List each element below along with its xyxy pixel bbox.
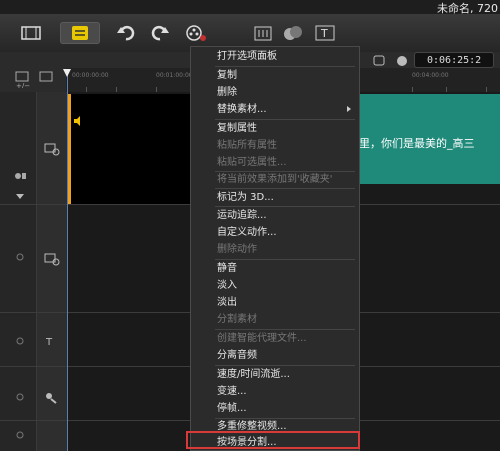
timeline-view-button[interactable] [60, 22, 100, 44]
filmstrip-icon [21, 26, 41, 40]
title-clip-text: 时光里，你们是最美的_高三 [340, 137, 475, 150]
menu-item-paste-all-attributes: 粘贴所有属性 [217, 140, 277, 151]
title-clip[interactable]: 时光里，你们是最美的_高三 [340, 94, 500, 184]
audio-speaker-icon [74, 116, 80, 126]
menu-separator [215, 329, 355, 330]
menu-item-remove-motion: 删除动作 [217, 244, 257, 255]
menu-item-copy[interactable]: 复制 [217, 69, 237, 83]
menu-separator [215, 119, 355, 120]
video-clip[interactable] [68, 94, 194, 204]
highlight-box [186, 431, 360, 449]
timeline-icon [72, 26, 88, 40]
playhead-line[interactable] [67, 72, 68, 451]
voice-track-icon[interactable] [44, 390, 60, 404]
undo-button[interactable] [114, 22, 138, 44]
menu-item-open-options[interactable]: 打开选项面板 [217, 50, 277, 64]
menu-item-motion-tracking[interactable]: 运动追踪... [217, 209, 267, 223]
menu-item-split-audio[interactable]: 分离音频 [217, 349, 257, 363]
ruler-tick: 00:01:00:00 [156, 72, 193, 79]
menu-item-label: 替换素材... [217, 104, 267, 115]
menu-separator [215, 365, 355, 366]
submenu-arrow-icon [347, 106, 351, 112]
overlap-circles-icon [284, 26, 302, 40]
chevron-down-icon[interactable] [14, 192, 26, 202]
menu-separator [215, 206, 355, 207]
storyboard-view-button[interactable] [14, 22, 48, 44]
title-button[interactable]: T [312, 22, 338, 44]
playhead-marker-icon[interactable] [62, 68, 72, 78]
undo-icon [117, 25, 135, 41]
menu-item-mark-3d[interactable]: 标记为 3D... [217, 191, 274, 205]
menu-separator [215, 418, 355, 419]
menu-separator [215, 259, 355, 260]
title-track-icon[interactable]: T [44, 334, 60, 348]
menu-item-add-to-favorites: 将当前效果添加到'收藏夹' [217, 174, 333, 185]
svg-text:T: T [320, 27, 328, 40]
menu-separator [215, 66, 355, 67]
menu-item-fade-in[interactable]: 淡入 [217, 279, 237, 293]
ruler-tick: 00:04:00:00 [412, 72, 449, 79]
svg-text:T: T [45, 337, 53, 348]
record-capture-button[interactable] [182, 22, 210, 44]
track-visibility-icon[interactable] [14, 172, 26, 182]
redo-icon [151, 25, 169, 41]
zoom-controls[interactable] [372, 53, 412, 69]
menu-item-split-clip: 分割素材 [217, 314, 257, 325]
sound-mixer-button[interactable] [250, 22, 276, 44]
menu-item-mute[interactable]: 静音 [217, 262, 237, 276]
link-icon[interactable] [14, 392, 26, 402]
menu-item-delete[interactable]: 删除 [217, 86, 237, 100]
track-manager-icons[interactable]: +/− [14, 70, 60, 88]
title-t-icon: T [315, 25, 335, 41]
reel-record-icon [186, 25, 206, 41]
menu-item-variable-speed[interactable]: 变速... [217, 385, 247, 399]
menu-item-replace-clip[interactable]: 替换素材... [217, 103, 357, 117]
menu-item-copy-attributes[interactable]: 复制属性 [217, 122, 257, 136]
ruler-tick: 00:00:00:00 [72, 72, 109, 79]
overlay-track-icon[interactable] [44, 252, 60, 266]
video-track-icon[interactable] [44, 142, 60, 156]
menu-item-paste-selective-attributes: 粘贴可选属性... [217, 157, 287, 168]
redo-button[interactable] [148, 22, 172, 44]
menu-item-speed-time-lapse[interactable]: 速度/时间流逝... [217, 368, 290, 382]
menu-item-fade-out[interactable]: 淡出 [217, 296, 237, 310]
link-icon[interactable] [14, 430, 26, 440]
menu-item-freeze-frame[interactable]: 停帧... [217, 402, 247, 416]
timecode-display[interactable]: 0:06:25:2 [414, 52, 494, 68]
link-icon[interactable] [14, 252, 26, 262]
menu-separator [215, 171, 355, 172]
mixer-icon [254, 26, 272, 41]
blend-button[interactable] [280, 22, 306, 44]
menu-separator [215, 188, 355, 189]
context-menu: 打开选项面板 复制 删除 替换素材... 复制属性 粘贴所有属性 粘贴可选属性.… [190, 46, 360, 451]
svg-text:+/−: +/− [16, 82, 30, 88]
menu-item-create-smart-proxy: 创建智能代理文件... [217, 333, 307, 344]
menu-item-custom-motion[interactable]: 自定义动作... [217, 226, 277, 240]
link-icon[interactable] [14, 336, 26, 346]
title-bar: 未命名, 720 [0, 0, 500, 15]
